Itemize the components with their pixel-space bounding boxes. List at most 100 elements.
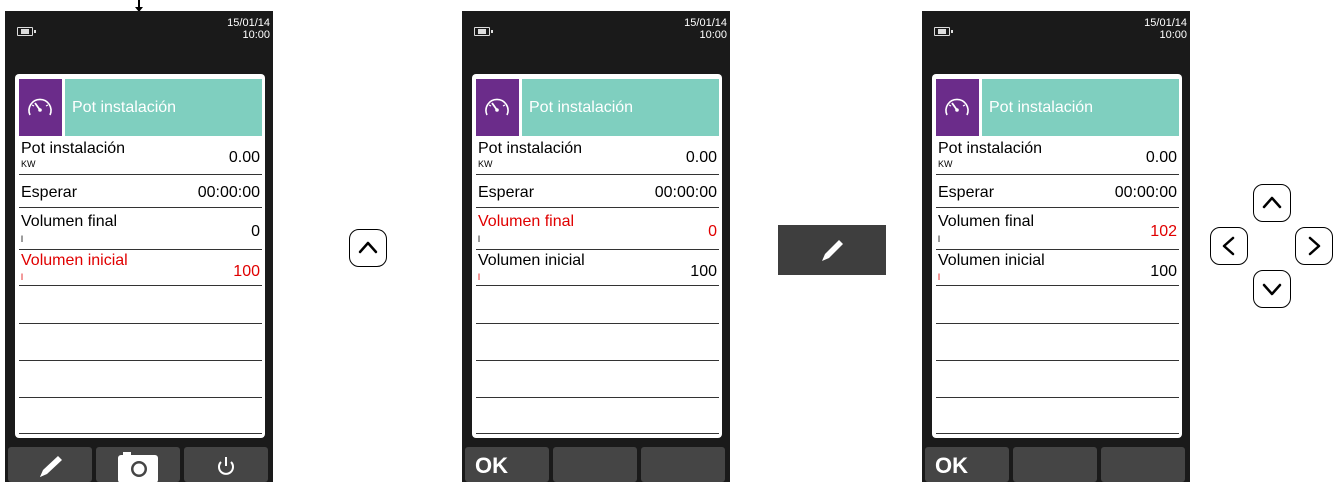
left-arrow-key[interactable] <box>1210 227 1248 265</box>
ok-button[interactable]: OK <box>925 447 1009 482</box>
row-label: Volumen final <box>478 213 575 230</box>
row-volumen-inicial[interactable]: Volumen inicial l 100 <box>476 251 719 286</box>
pencil-icon <box>40 456 62 477</box>
time-label: 10:00 <box>242 29 270 41</box>
row-label: Pot instalación <box>478 140 583 157</box>
row-value: 0 <box>251 223 260 240</box>
blank-button[interactable] <box>1101 447 1185 482</box>
blank-button[interactable] <box>553 447 637 482</box>
empty-row <box>476 322 719 324</box>
empty-row <box>19 359 262 361</box>
gauge-icon <box>476 79 519 136</box>
chevron-down-icon <box>1262 283 1282 296</box>
row-volumen-inicial[interactable]: Volumen inicial l 100 <box>19 251 262 286</box>
row-label: Volumen inicial <box>478 252 585 269</box>
empty-row <box>936 322 1179 324</box>
header-title: Pot instalación <box>522 79 719 136</box>
row-label: Esperar <box>21 184 78 201</box>
row-volumen-final[interactable]: Volumen final l 0 <box>19 209 262 250</box>
screen-panel: Pot instalación Pot instalación KW 0.00 … <box>932 74 1182 438</box>
screen-header: Pot instalación <box>19 79 262 136</box>
screen-panel: Pot instalación Pot instalación KW 0.00 … <box>15 74 265 438</box>
row-unit: l <box>21 234 23 244</box>
date-label: 15/01/14 <box>227 17 270 29</box>
row-value: 0.00 <box>228 149 260 166</box>
datetime: 15/01/14 10:00 <box>684 17 727 41</box>
camera-button[interactable] <box>96 447 180 482</box>
row-label: Pot instalación <box>938 140 1043 157</box>
screen-header: Pot instalación <box>936 79 1179 136</box>
row-value: 0.00 <box>685 149 717 166</box>
chevron-right-icon <box>1308 236 1321 256</box>
power-icon <box>218 457 234 475</box>
screen-header: Pot instalación <box>476 79 719 136</box>
datetime: 15/01/14 10:00 <box>227 17 270 41</box>
device-screen-2: 15/01/14 10:00 Pot instalación Pot insta… <box>462 11 730 482</box>
row-label: Volumen final <box>21 213 118 230</box>
chevron-left-icon <box>1222 236 1235 256</box>
time-label: 10:00 <box>699 29 727 41</box>
row-label: Pot instalación <box>21 140 126 157</box>
row-label: Volumen inicial <box>938 252 1045 269</box>
row-unit: KW <box>21 159 36 169</box>
edit-button[interactable] <box>8 447 92 482</box>
row-esperar[interactable]: Esperar 00:00:00 <box>476 176 719 208</box>
empty-row <box>936 396 1179 398</box>
pointer-arrow <box>135 0 143 12</box>
device-screen-1: 15/01/14 10:00 Pot instalación Pot insta… <box>5 11 273 482</box>
chevron-up-icon <box>358 241 378 254</box>
battery-icon <box>474 27 493 36</box>
row-label: Esperar <box>938 184 995 201</box>
header-title: Pot instalación <box>65 79 262 136</box>
button-bar: OK <box>925 447 1187 482</box>
row-volumen-final[interactable]: Volumen final l 102 <box>936 209 1179 250</box>
empty-row <box>19 396 262 398</box>
up-arrow-key[interactable] <box>349 229 387 267</box>
row-pot-instalacion[interactable]: Pot instalación KW 0.00 <box>19 138 262 175</box>
row-unit: l <box>478 272 480 282</box>
gauge-icon <box>19 79 62 136</box>
row-esperar[interactable]: Esperar 00:00:00 <box>936 176 1179 208</box>
row-esperar[interactable]: Esperar 00:00:00 <box>19 176 262 208</box>
row-unit: KW <box>938 159 953 169</box>
row-value: 0 <box>708 223 717 240</box>
device-screen-3: 15/01/14 10:00 Pot instalación Pot insta… <box>922 11 1190 482</box>
header-title: Pot instalación <box>982 79 1179 136</box>
row-unit: l <box>938 234 940 244</box>
row-value: 100 <box>690 263 717 280</box>
empty-row <box>476 359 719 361</box>
ok-label: OK <box>935 453 968 478</box>
row-pot-instalacion[interactable]: Pot instalación KW 0.00 <box>476 138 719 175</box>
row-value: 00:00:00 <box>197 184 260 201</box>
row-unit: KW <box>478 159 493 169</box>
row-unit: l <box>938 272 940 282</box>
up-arrow-key[interactable] <box>1253 184 1291 222</box>
row-unit: l <box>478 234 480 244</box>
ok-label: OK <box>475 453 508 478</box>
blank-button[interactable] <box>1013 447 1097 482</box>
row-unit: l <box>21 272 23 282</box>
date-label: 15/01/14 <box>1144 17 1187 29</box>
power-button[interactable] <box>184 447 268 482</box>
button-bar: OK <box>465 447 727 482</box>
row-volumen-inicial[interactable]: Volumen inicial l 100 <box>936 251 1179 286</box>
datetime: 15/01/14 10:00 <box>1144 17 1187 41</box>
right-arrow-key[interactable] <box>1295 227 1333 265</box>
blank-button[interactable] <box>641 447 725 482</box>
row-label: Volumen final <box>938 213 1035 230</box>
ok-button[interactable]: OK <box>465 447 549 482</box>
row-label: Volumen inicial <box>21 252 128 269</box>
down-arrow-key[interactable] <box>1253 270 1291 308</box>
row-pot-instalacion[interactable]: Pot instalación KW 0.00 <box>936 138 1179 175</box>
screen-panel: Pot instalación Pot instalación KW 0.00 … <box>472 74 722 438</box>
row-value: 100 <box>1150 263 1177 280</box>
row-value: 00:00:00 <box>1114 184 1177 201</box>
camera-icon <box>118 452 158 482</box>
empty-row <box>476 432 719 434</box>
edit-key[interactable] <box>778 225 886 275</box>
row-label: Esperar <box>478 184 535 201</box>
row-volumen-final[interactable]: Volumen final l 0 <box>476 209 719 250</box>
chevron-up-icon <box>1262 196 1282 209</box>
gauge-icon <box>936 79 979 136</box>
button-bar <box>8 447 270 482</box>
